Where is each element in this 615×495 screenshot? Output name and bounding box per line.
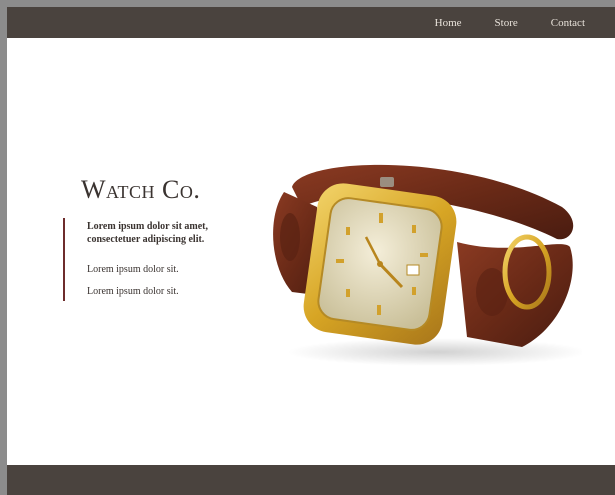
watch-image — [273, 164, 582, 366]
top-navigation-bar: Home Store Contact — [7, 7, 615, 38]
nav-contact-link[interactable]: Contact — [551, 17, 585, 29]
hero-list-item: Lorem ipsum dolor sit. — [87, 286, 179, 297]
nav-home-link[interactable]: Home — [435, 17, 462, 29]
nav-store-link[interactable]: Store — [495, 17, 518, 29]
accent-rule — [63, 218, 65, 301]
hero-list-item: Lorem ipsum dolor sit. — [87, 264, 179, 275]
page: Home Store Contact Watch Co. Lorem ipsum… — [7, 7, 615, 495]
hero-lead-text: Lorem ipsum dolor sit amet, consectetuer… — [87, 221, 209, 245]
brand-title: Watch Co. — [81, 175, 201, 204]
footer-bar — [7, 465, 615, 495]
main-nav: Home Store Contact — [435, 7, 585, 38]
